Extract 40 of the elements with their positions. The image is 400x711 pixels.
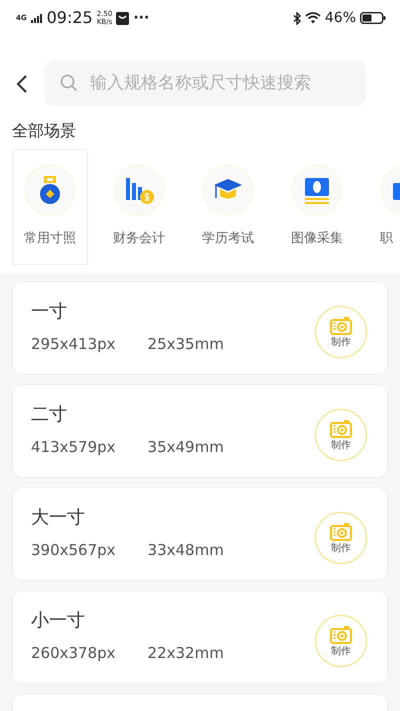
- size-card[interactable]: 小一寸 260x378px 22x32mm 制作: [12, 590, 388, 684]
- bluetooth-icon: [292, 12, 301, 24]
- mm-size: 35x49mm: [148, 437, 224, 458]
- size-card[interactable]: 一寸 295x413px 25x35mm 制作: [12, 281, 388, 375]
- signal-icon: [30, 14, 43, 22]
- make-button[interactable]: 制作: [315, 512, 367, 564]
- clock-time: 09:25: [46, 7, 93, 29]
- category-tab[interactable]: 图像采集: [279, 149, 355, 265]
- category-tab[interactable]: 常用寸照: [12, 149, 88, 265]
- size-name: 一寸: [31, 300, 68, 324]
- size-card[interactable]: 二寸 413x579px 35x49mm 制作: [12, 384, 388, 478]
- mm-size: 25x35mm: [148, 334, 224, 355]
- camera-icon: [330, 626, 352, 644]
- search-icon: [60, 74, 78, 92]
- make-button[interactable]: 制作: [315, 306, 367, 358]
- mm-size: 33x48mm: [148, 540, 224, 561]
- category-tab[interactable]: 职: [368, 149, 400, 265]
- camera-icon: [330, 522, 352, 540]
- message-icon: [116, 12, 130, 24]
- size-card[interactable]: 大一寸 390x567px 33x48mm 制作: [12, 487, 388, 581]
- battery-icon: [360, 12, 386, 24]
- camera-icon: [330, 316, 352, 334]
- pixel-size: 260x378px: [31, 643, 116, 664]
- wifi-icon: [304, 12, 321, 24]
- more-indicator: ···: [133, 8, 150, 28]
- make-button[interactable]: 制作: [315, 409, 367, 461]
- section-title: 全部场景: [11, 120, 77, 142]
- camera-icon: [330, 420, 352, 438]
- size-name: 大一寸: [31, 506, 86, 530]
- pixel-size: 413x579px: [31, 437, 116, 458]
- size-name: 二寸: [31, 403, 68, 427]
- mm-size: 22x32mm: [148, 643, 224, 664]
- pixel-size: 390x567px: [31, 540, 116, 561]
- make-button[interactable]: 制作: [315, 615, 367, 667]
- search-field[interactable]: 输入规格名称或尺寸快速搜索: [44, 60, 366, 106]
- size-name: 小一寸: [31, 609, 86, 633]
- category-tab[interactable]: 学历考试: [190, 149, 266, 265]
- pixel-size: 295x413px: [31, 334, 116, 355]
- battery-percent: 46%: [324, 8, 356, 28]
- category-tab[interactable]: 财务会计: [101, 149, 177, 265]
